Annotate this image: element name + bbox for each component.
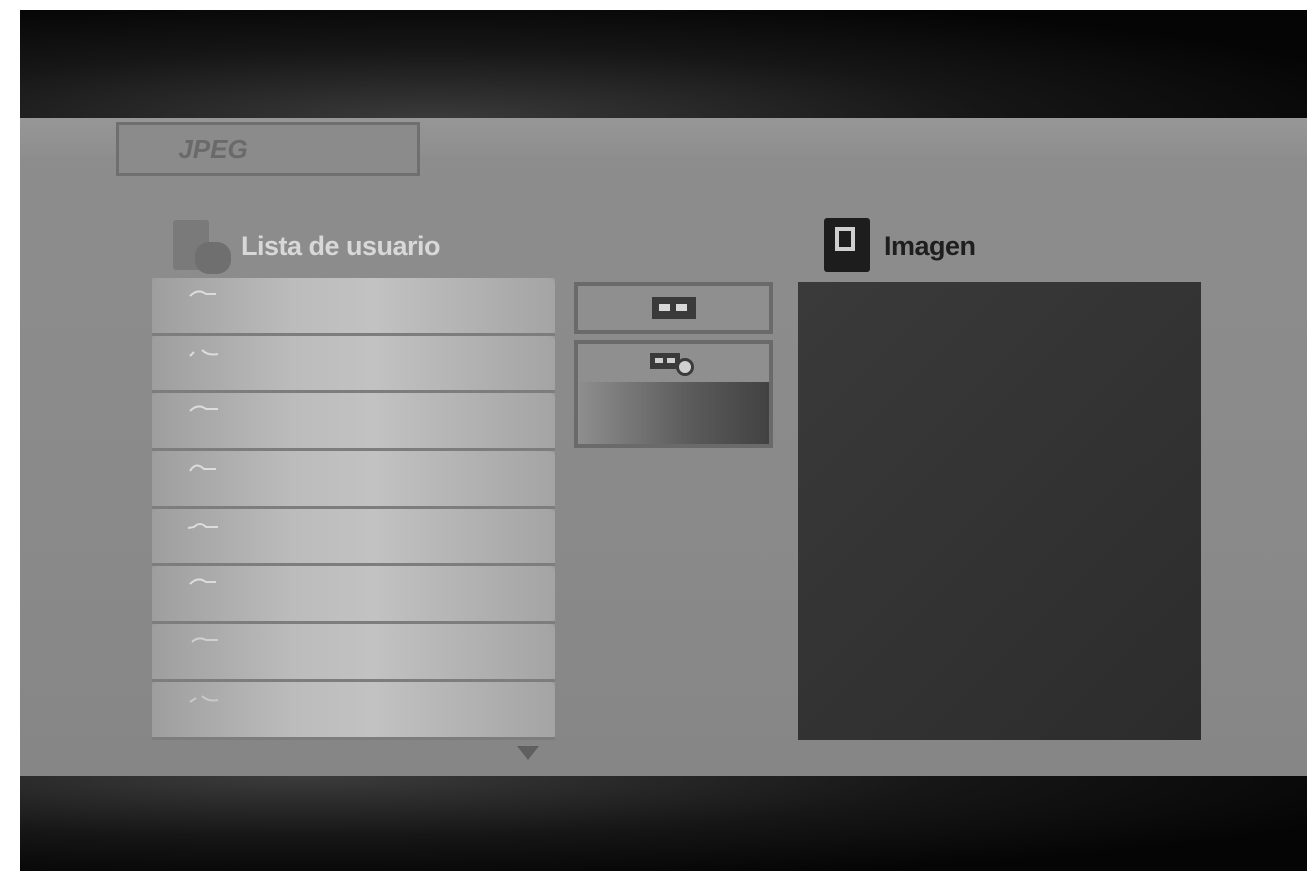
list-item[interactable] bbox=[152, 278, 555, 336]
image-file-icon bbox=[189, 290, 216, 297]
picture-icon bbox=[824, 218, 872, 274]
list-item[interactable] bbox=[152, 681, 555, 740]
top-black-band bbox=[20, 10, 1307, 118]
play-icon bbox=[651, 297, 696, 319]
image-file-icon bbox=[189, 578, 216, 586]
tab-jpeg-label: JPEG bbox=[178, 133, 248, 164]
menu-panel: JPEG Lista de usuario Imagen bbox=[20, 118, 1307, 776]
slideshow-button[interactable] bbox=[574, 340, 773, 448]
image-file-icon bbox=[191, 637, 218, 643]
list-item[interactable] bbox=[152, 566, 555, 625]
image-file-icon bbox=[189, 405, 218, 413]
list-item[interactable] bbox=[152, 393, 555, 452]
slideshow-speed-field[interactable] bbox=[578, 382, 769, 444]
image-preview bbox=[798, 282, 1201, 740]
list-item[interactable] bbox=[152, 451, 555, 509]
image-file-icon bbox=[189, 464, 216, 472]
list-item[interactable] bbox=[152, 335, 555, 394]
user-list-title: Lista de usuario bbox=[241, 230, 441, 261]
list-item[interactable] bbox=[152, 508, 555, 567]
user-file-list[interactable] bbox=[152, 278, 555, 740]
bottom-black-band bbox=[20, 776, 1307, 871]
scroll-down-arrow-icon[interactable] bbox=[517, 746, 539, 760]
image-file-icon bbox=[189, 695, 219, 703]
tab-jpeg[interactable]: JPEG bbox=[116, 122, 420, 176]
image-file-icon bbox=[189, 348, 219, 357]
image-title: Imagen bbox=[884, 230, 976, 261]
user-list-heading: Lista de usuario bbox=[173, 218, 441, 274]
slideshow-timer-icon bbox=[649, 350, 698, 376]
tv-screen: JPEG Lista de usuario Imagen bbox=[20, 10, 1307, 871]
folder-icon bbox=[173, 218, 231, 274]
list-item[interactable] bbox=[152, 624, 555, 682]
image-heading: Imagen bbox=[824, 218, 976, 274]
image-file-icon bbox=[188, 522, 218, 529]
play-button[interactable] bbox=[574, 282, 773, 334]
